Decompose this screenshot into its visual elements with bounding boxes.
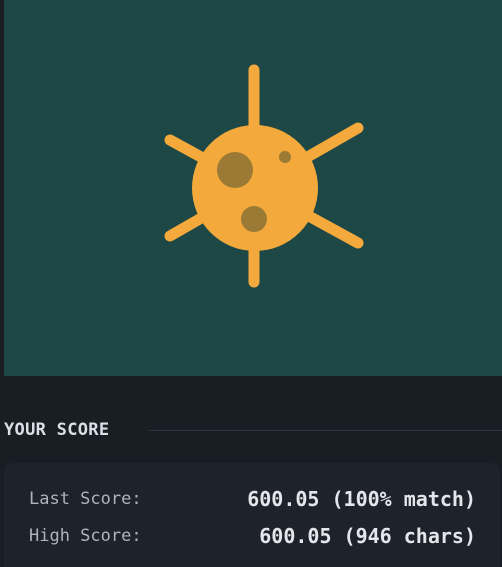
last-score-label: Last Score: <box>29 489 142 509</box>
high-score-row: High Score: 600.05 (946 chars) <box>29 522 476 550</box>
virus-body <box>192 125 318 251</box>
section-divider <box>149 430 502 431</box>
app-root: YOUR SCORE Last Score: 600.05 (100% matc… <box>0 0 502 567</box>
last-score-value: 600.05 (100% match) <box>247 487 476 511</box>
virus-icon <box>164 64 364 288</box>
virus-spot-small <box>279 151 291 163</box>
high-score-value: 600.05 (946 chars) <box>259 524 476 548</box>
render-canvas <box>4 0 502 376</box>
score-title: YOUR SCORE <box>4 420 110 440</box>
score-section-header: YOUR SCORE <box>4 419 502 441</box>
high-score-label: High Score: <box>29 526 142 546</box>
score-card: Last Score: 600.05 (100% match) High Sco… <box>4 463 500 567</box>
last-score-row: Last Score: 600.05 (100% match) <box>29 485 476 513</box>
virus-spot-large <box>217 152 253 188</box>
virus-spot-medium <box>241 206 267 232</box>
